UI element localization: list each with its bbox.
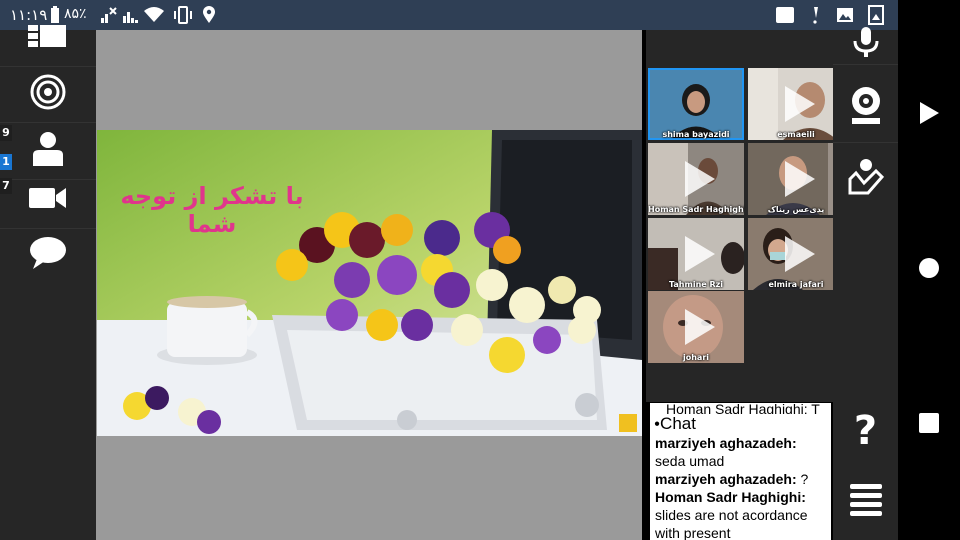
raise-hand-icon <box>846 157 886 201</box>
chat-button[interactable] <box>0 227 96 283</box>
layout-button[interactable] <box>0 14 96 67</box>
wifi-icon <box>143 5 165 25</box>
badge-middle: 1 <box>0 154 12 170</box>
video-tile[interactable]: Tahmine Rzi <box>648 218 744 290</box>
chat-panel: Homan Sadr Haghighi: T ●Chat marziyeh ag… <box>650 403 831 540</box>
chat-author: Homan Sadr Haghighi <box>655 489 802 505</box>
menu-button[interactable] <box>833 480 898 526</box>
play-icon <box>685 309 715 345</box>
microphone-icon <box>852 27 880 61</box>
video-tile[interactable]: esmaeili <box>748 68 844 140</box>
home-button[interactable] <box>898 255 960 285</box>
video-tile[interactable]: Homan Sadr Haghighi <box>648 143 744 215</box>
chat-message: Homan Sadr Haghighi: slides are not acor… <box>655 489 808 540</box>
raise-hand-button[interactable] <box>833 144 898 214</box>
tile-name: Tahmine Rzi <box>668 280 724 289</box>
question-mark-icon: ? <box>853 408 878 454</box>
chat-text: slides are not acordance with present <box>655 507 808 540</box>
tile-name: elmira jafari <box>768 280 824 289</box>
tile-name: یدی‌عس ریناک <box>767 205 825 214</box>
hamburger-menu-icon <box>849 484 882 522</box>
microphone-button[interactable] <box>833 24 898 65</box>
alert-icon <box>810 5 820 25</box>
chat-bubble-icon <box>29 235 67 275</box>
tile-name: esmaeili <box>777 130 815 139</box>
home-circle-icon <box>918 257 940 283</box>
chat-truncated-message: Homan Sadr Haghighi: T <box>666 403 820 414</box>
back-triangle-icon <box>918 101 940 129</box>
recents-button[interactable] <box>898 410 960 440</box>
chat-header: ●Chat <box>650 414 831 434</box>
video-camera-icon <box>29 186 67 214</box>
chat-text: seda umad <box>655 453 725 469</box>
location-icon <box>202 5 216 25</box>
chat-text: ? <box>800 471 809 487</box>
badge-top: 9 <box>0 125 12 141</box>
video-tile[interactable]: johari <box>648 291 744 363</box>
play-icon <box>785 236 815 272</box>
chat-header-label: Chat <box>660 414 696 433</box>
target-icon <box>30 74 66 114</box>
play-icon <box>685 236 715 272</box>
play-icon <box>685 161 715 197</box>
video-panel: shima bayazidi esmaeili Homan Sadr Haghi… <box>646 30 844 402</box>
left-toolbar: 9 1 7 <box>0 25 96 540</box>
tile-name: Homan Sadr Haghighi <box>648 205 744 214</box>
recents-square-icon <box>918 412 940 438</box>
play-icon <box>785 86 815 122</box>
slide-image <box>97 130 642 436</box>
help-button[interactable]: ? <box>833 408 898 454</box>
play-icon <box>785 161 815 197</box>
signal-icon <box>122 5 142 25</box>
slide-caption: با تشکر از توجه شما <box>120 182 304 238</box>
system-navigation-bar <box>898 0 960 540</box>
status-bar: ۱۱:۱۹ ۸۵٪ <box>0 0 898 30</box>
vibrate-icon <box>172 5 194 25</box>
saved-image-icon <box>868 5 884 25</box>
record-button[interactable] <box>0 66 96 123</box>
chat-message: marziyeh aghazadeh: seda umad <box>655 435 797 469</box>
right-toolbar: ? <box>833 27 898 540</box>
video-tile[interactable]: elmira jafari <box>748 218 844 290</box>
presentation-slide: با تشکر از توجه شما <box>97 130 642 436</box>
video-tile[interactable]: shima bayazidi <box>648 68 744 140</box>
image-icon <box>836 5 854 25</box>
tile-name: johari <box>682 353 710 362</box>
signal-x-icon <box>100 5 118 25</box>
layout-icon <box>28 25 68 55</box>
square-icon <box>775 5 795 25</box>
chat-message: marziyeh aghazadeh: ? <box>655 471 809 487</box>
webcam-button[interactable] <box>833 72 898 143</box>
chat-author: marziyeh aghazadeh <box>655 471 792 487</box>
back-button[interactable] <box>898 100 960 130</box>
person-icon <box>31 131 65 171</box>
webcam-icon <box>849 85 883 129</box>
camera-button[interactable] <box>0 172 96 229</box>
video-tile[interactable]: یدی‌عس ریناک <box>748 143 844 215</box>
tile-name: shima bayazidi <box>662 130 730 139</box>
chat-author: marziyeh aghazadeh <box>655 435 792 451</box>
